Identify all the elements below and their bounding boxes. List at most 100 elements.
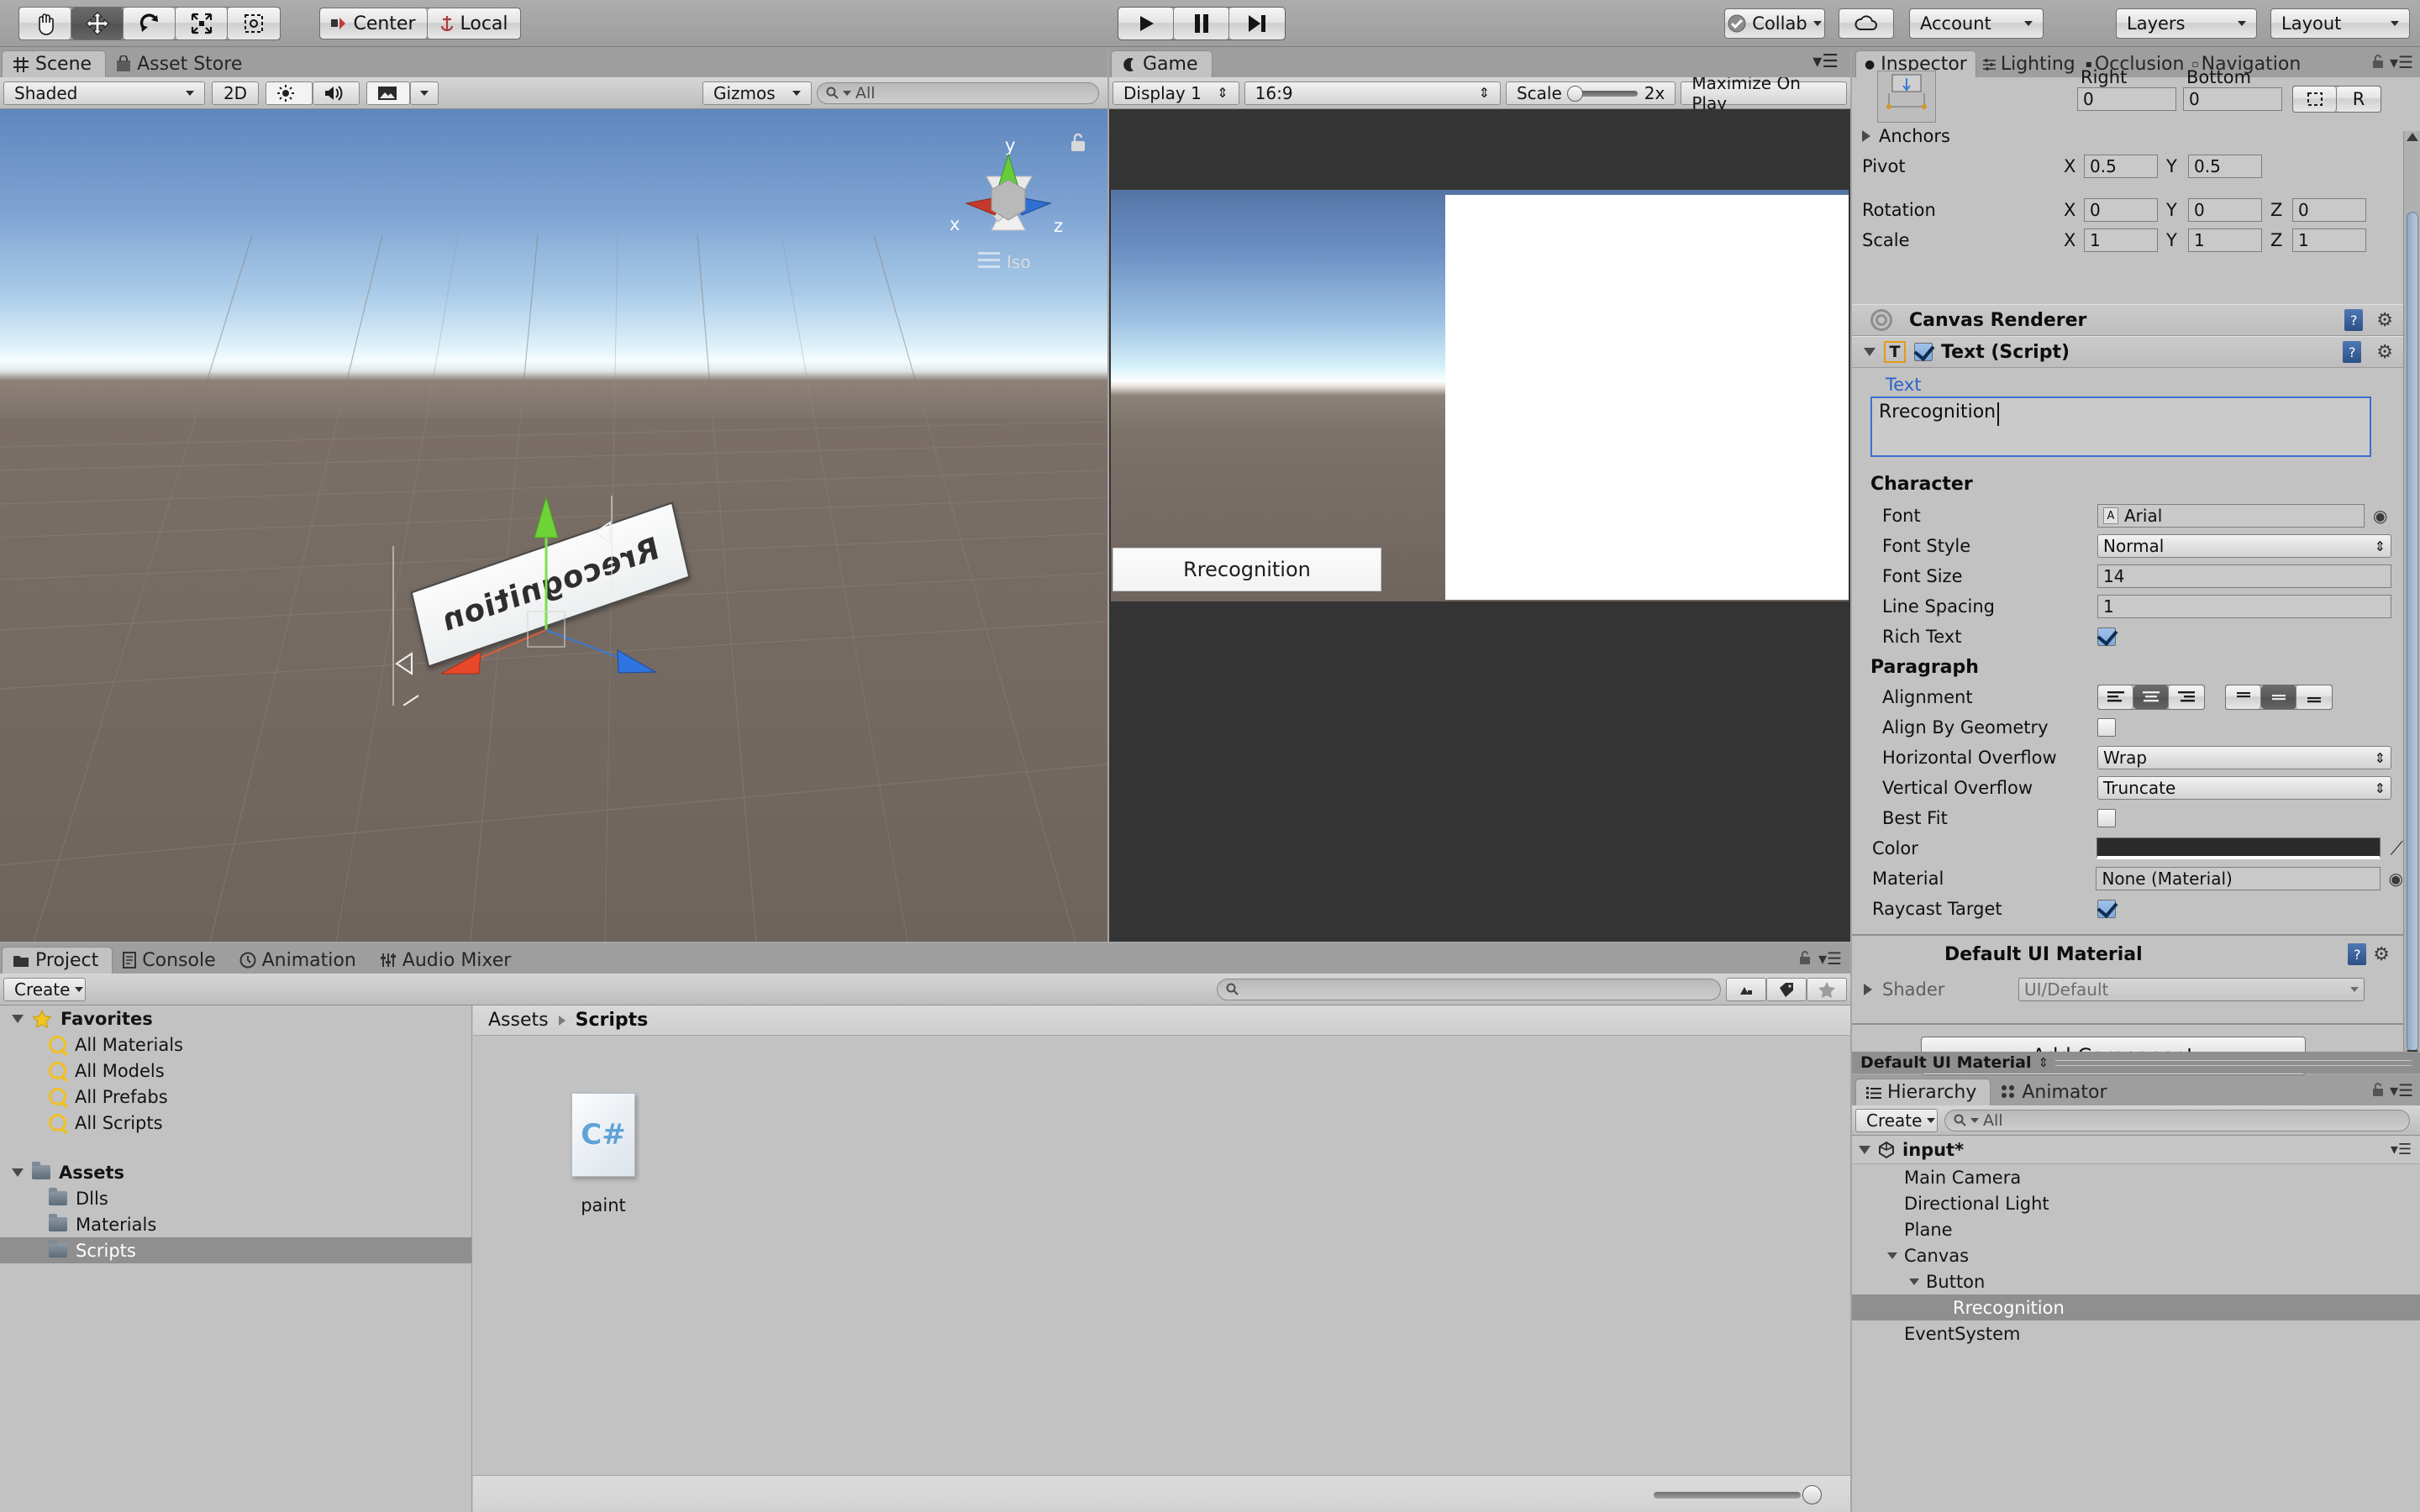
rect-tool[interactable] bbox=[228, 8, 280, 39]
best-fit-checkbox[interactable] bbox=[2097, 809, 2116, 827]
hierarchy-create-button[interactable]: Create bbox=[1855, 1108, 1938, 1132]
hierarchy-item-button[interactable]: Button bbox=[1852, 1268, 2420, 1294]
project-menu-icon[interactable]: ▾☰ bbox=[1818, 948, 1842, 969]
eyedropper-icon[interactable]: ⟋ bbox=[2391, 838, 2403, 859]
favorites-filter-button[interactable] bbox=[1807, 977, 1847, 1001]
cloud-button[interactable] bbox=[1839, 8, 1894, 39]
hierarchy-item-main-camera[interactable]: Main Camera bbox=[1852, 1164, 2420, 1190]
rect-anchor-preset[interactable] bbox=[1877, 71, 1936, 123]
filter-by-type-button[interactable] bbox=[1726, 977, 1766, 1001]
chevron-down-icon[interactable] bbox=[12, 1168, 24, 1177]
filter-by-label-button[interactable] bbox=[1766, 977, 1807, 1001]
align-center-button[interactable] bbox=[2133, 685, 2169, 709]
tab-lighting[interactable]: Lighting bbox=[1976, 50, 2081, 77]
breadcrumb-assets[interactable]: Assets bbox=[488, 1010, 549, 1031]
scene-lock-icon[interactable] bbox=[1069, 133, 1087, 156]
tab-asset-store[interactable]: Asset Store bbox=[106, 50, 255, 77]
game-panel-menu-icon[interactable]: ▾☰ bbox=[1812, 51, 1839, 72]
inspector-scrollbar[interactable] bbox=[2403, 131, 2420, 1062]
hierarchy-item-directional-light[interactable]: Directional Light bbox=[1852, 1190, 2420, 1216]
tab-hierarchy[interactable]: Hierarchy bbox=[1855, 1079, 1991, 1105]
rect-right-input[interactable]: 0 bbox=[2077, 87, 2176, 111]
help-icon[interactable]: ? bbox=[2344, 309, 2364, 331]
two-d-toggle[interactable]: 2D bbox=[212, 81, 259, 105]
help-icon[interactable]: ? bbox=[2348, 943, 2367, 965]
hand-tool[interactable] bbox=[19, 8, 71, 39]
raw-edit-button[interactable]: R bbox=[2337, 87, 2381, 112]
tab-game[interactable]: Game bbox=[1111, 50, 1213, 77]
anchors-row[interactable]: Anchors bbox=[1852, 121, 2403, 151]
blueprint-mode-button[interactable] bbox=[2293, 87, 2337, 112]
tab-scene[interactable]: Scene bbox=[2, 50, 107, 77]
scale-slider[interactable] bbox=[1566, 85, 1638, 102]
breadcrumb-scripts[interactable]: Scripts bbox=[576, 1010, 649, 1031]
tab-animator[interactable]: Animator bbox=[1991, 1079, 2120, 1105]
pivot-y-input[interactable]: 0.5 bbox=[2188, 155, 2262, 178]
scene-fx-dropdown[interactable] bbox=[410, 81, 439, 105]
draw-mode-dropdown[interactable]: Shaded bbox=[3, 81, 205, 105]
text-value-textarea[interactable]: Rrecognition bbox=[1870, 396, 2371, 457]
inspector-menu-icon[interactable]: ▾☰ bbox=[2390, 52, 2413, 72]
scale-x-input[interactable]: 1 bbox=[2084, 228, 2158, 252]
scale-y-input[interactable]: 1 bbox=[2188, 228, 2262, 252]
tab-animation[interactable]: Animation bbox=[229, 947, 370, 974]
vertical-alignment-group[interactable] bbox=[2225, 685, 2333, 710]
align-bottom-button[interactable] bbox=[2296, 685, 2332, 709]
horizontal-alignment-group[interactable] bbox=[2097, 685, 2205, 710]
pivot-local-button[interactable]: Local bbox=[428, 8, 520, 39]
layout-button[interactable]: Layout bbox=[2270, 8, 2410, 39]
font-picker-icon[interactable]: ◉ bbox=[2373, 506, 2387, 526]
scale-tool[interactable] bbox=[176, 8, 228, 39]
hierarchy-search-input[interactable]: All bbox=[1944, 1109, 2410, 1131]
aspect-dropdown[interactable]: 16:9 ⇕ bbox=[1244, 81, 1501, 105]
project-tree-all-models[interactable]: All Models bbox=[0, 1058, 471, 1084]
chevron-down-icon[interactable] bbox=[1887, 1252, 1897, 1259]
align-right-button[interactable] bbox=[2169, 685, 2204, 709]
account-button[interactable]: Account bbox=[1909, 8, 2044, 39]
font-object-field[interactable]: A Arial bbox=[2097, 504, 2365, 528]
rect-blueprint-raw-group[interactable]: R bbox=[2292, 86, 2381, 113]
tab-audio-mixer[interactable]: Audio Mixer bbox=[370, 947, 525, 974]
project-lock-icon[interactable] bbox=[1798, 950, 1812, 969]
rotation-y-input[interactable]: 0 bbox=[2188, 198, 2262, 222]
chevron-down-icon[interactable] bbox=[1864, 348, 1876, 356]
text-script-header[interactable]: T Text (Script) ? ⚙ bbox=[1852, 336, 2403, 368]
rich-text-checkbox[interactable] bbox=[2097, 627, 2116, 646]
gear-icon[interactable]: ⚙ bbox=[2373, 944, 2390, 965]
chevron-down-icon[interactable] bbox=[1909, 1278, 1919, 1285]
rect-handles[interactable] bbox=[387, 496, 739, 706]
hierarchy-menu-icon[interactable]: ▾☰ bbox=[2390, 1080, 2413, 1100]
project-search-input[interactable] bbox=[1217, 978, 1721, 1000]
move-tool[interactable] bbox=[71, 8, 124, 39]
rotation-z-input[interactable]: 0 bbox=[2292, 198, 2366, 222]
color-swatch[interactable] bbox=[2096, 837, 2381, 859]
rect-bottom-input[interactable]: 0 bbox=[2183, 87, 2282, 111]
align-middle-button[interactable] bbox=[2261, 685, 2296, 709]
game-button[interactable]: Rrecognition bbox=[1113, 548, 1381, 591]
pause-button[interactable] bbox=[1174, 8, 1229, 39]
hierarchy-item-eventsystem[interactable]: EventSystem bbox=[1852, 1320, 2420, 1347]
vertical-overflow-dropdown[interactable]: Truncate ⇕ bbox=[2097, 776, 2391, 800]
play-button[interactable] bbox=[1118, 8, 1174, 39]
text-script-enabled-checkbox[interactable] bbox=[1914, 343, 1933, 361]
asset-item-paint[interactable]: C# paint bbox=[549, 1093, 658, 1215]
project-create-button[interactable]: Create bbox=[3, 977, 86, 1001]
pivot-controls[interactable]: Center Local bbox=[319, 8, 521, 39]
horizontal-overflow-dropdown[interactable]: Wrap ⇕ bbox=[2097, 746, 2391, 769]
scene-lighting-toggle[interactable] bbox=[266, 81, 313, 105]
hierarchy-item-rrecognition[interactable]: Rrecognition bbox=[1852, 1294, 2420, 1320]
tab-project[interactable]: Project bbox=[2, 947, 113, 974]
raycast-target-checkbox[interactable] bbox=[2097, 900, 2116, 918]
hierarchy-scene-menu-icon[interactable]: ▾☰ bbox=[2391, 1141, 2412, 1158]
tab-console[interactable]: Console bbox=[113, 947, 229, 974]
font-size-input[interactable]: 14 bbox=[2097, 564, 2391, 588]
inspector-lock-icon[interactable] bbox=[2371, 54, 2385, 72]
shader-dropdown[interactable]: UI/Default bbox=[2018, 978, 2365, 1001]
font-style-dropdown[interactable]: Normal ⇕ bbox=[2097, 534, 2391, 558]
rotate-tool[interactable] bbox=[124, 8, 176, 39]
gear-icon[interactable]: ⚙ bbox=[2376, 310, 2393, 331]
pivot-x-input[interactable]: 0.5 bbox=[2084, 155, 2158, 178]
align-left-button[interactable] bbox=[2098, 685, 2133, 709]
chevron-right-icon[interactable] bbox=[1864, 984, 1872, 995]
material-object-field[interactable]: None (Material) bbox=[2096, 867, 2381, 890]
